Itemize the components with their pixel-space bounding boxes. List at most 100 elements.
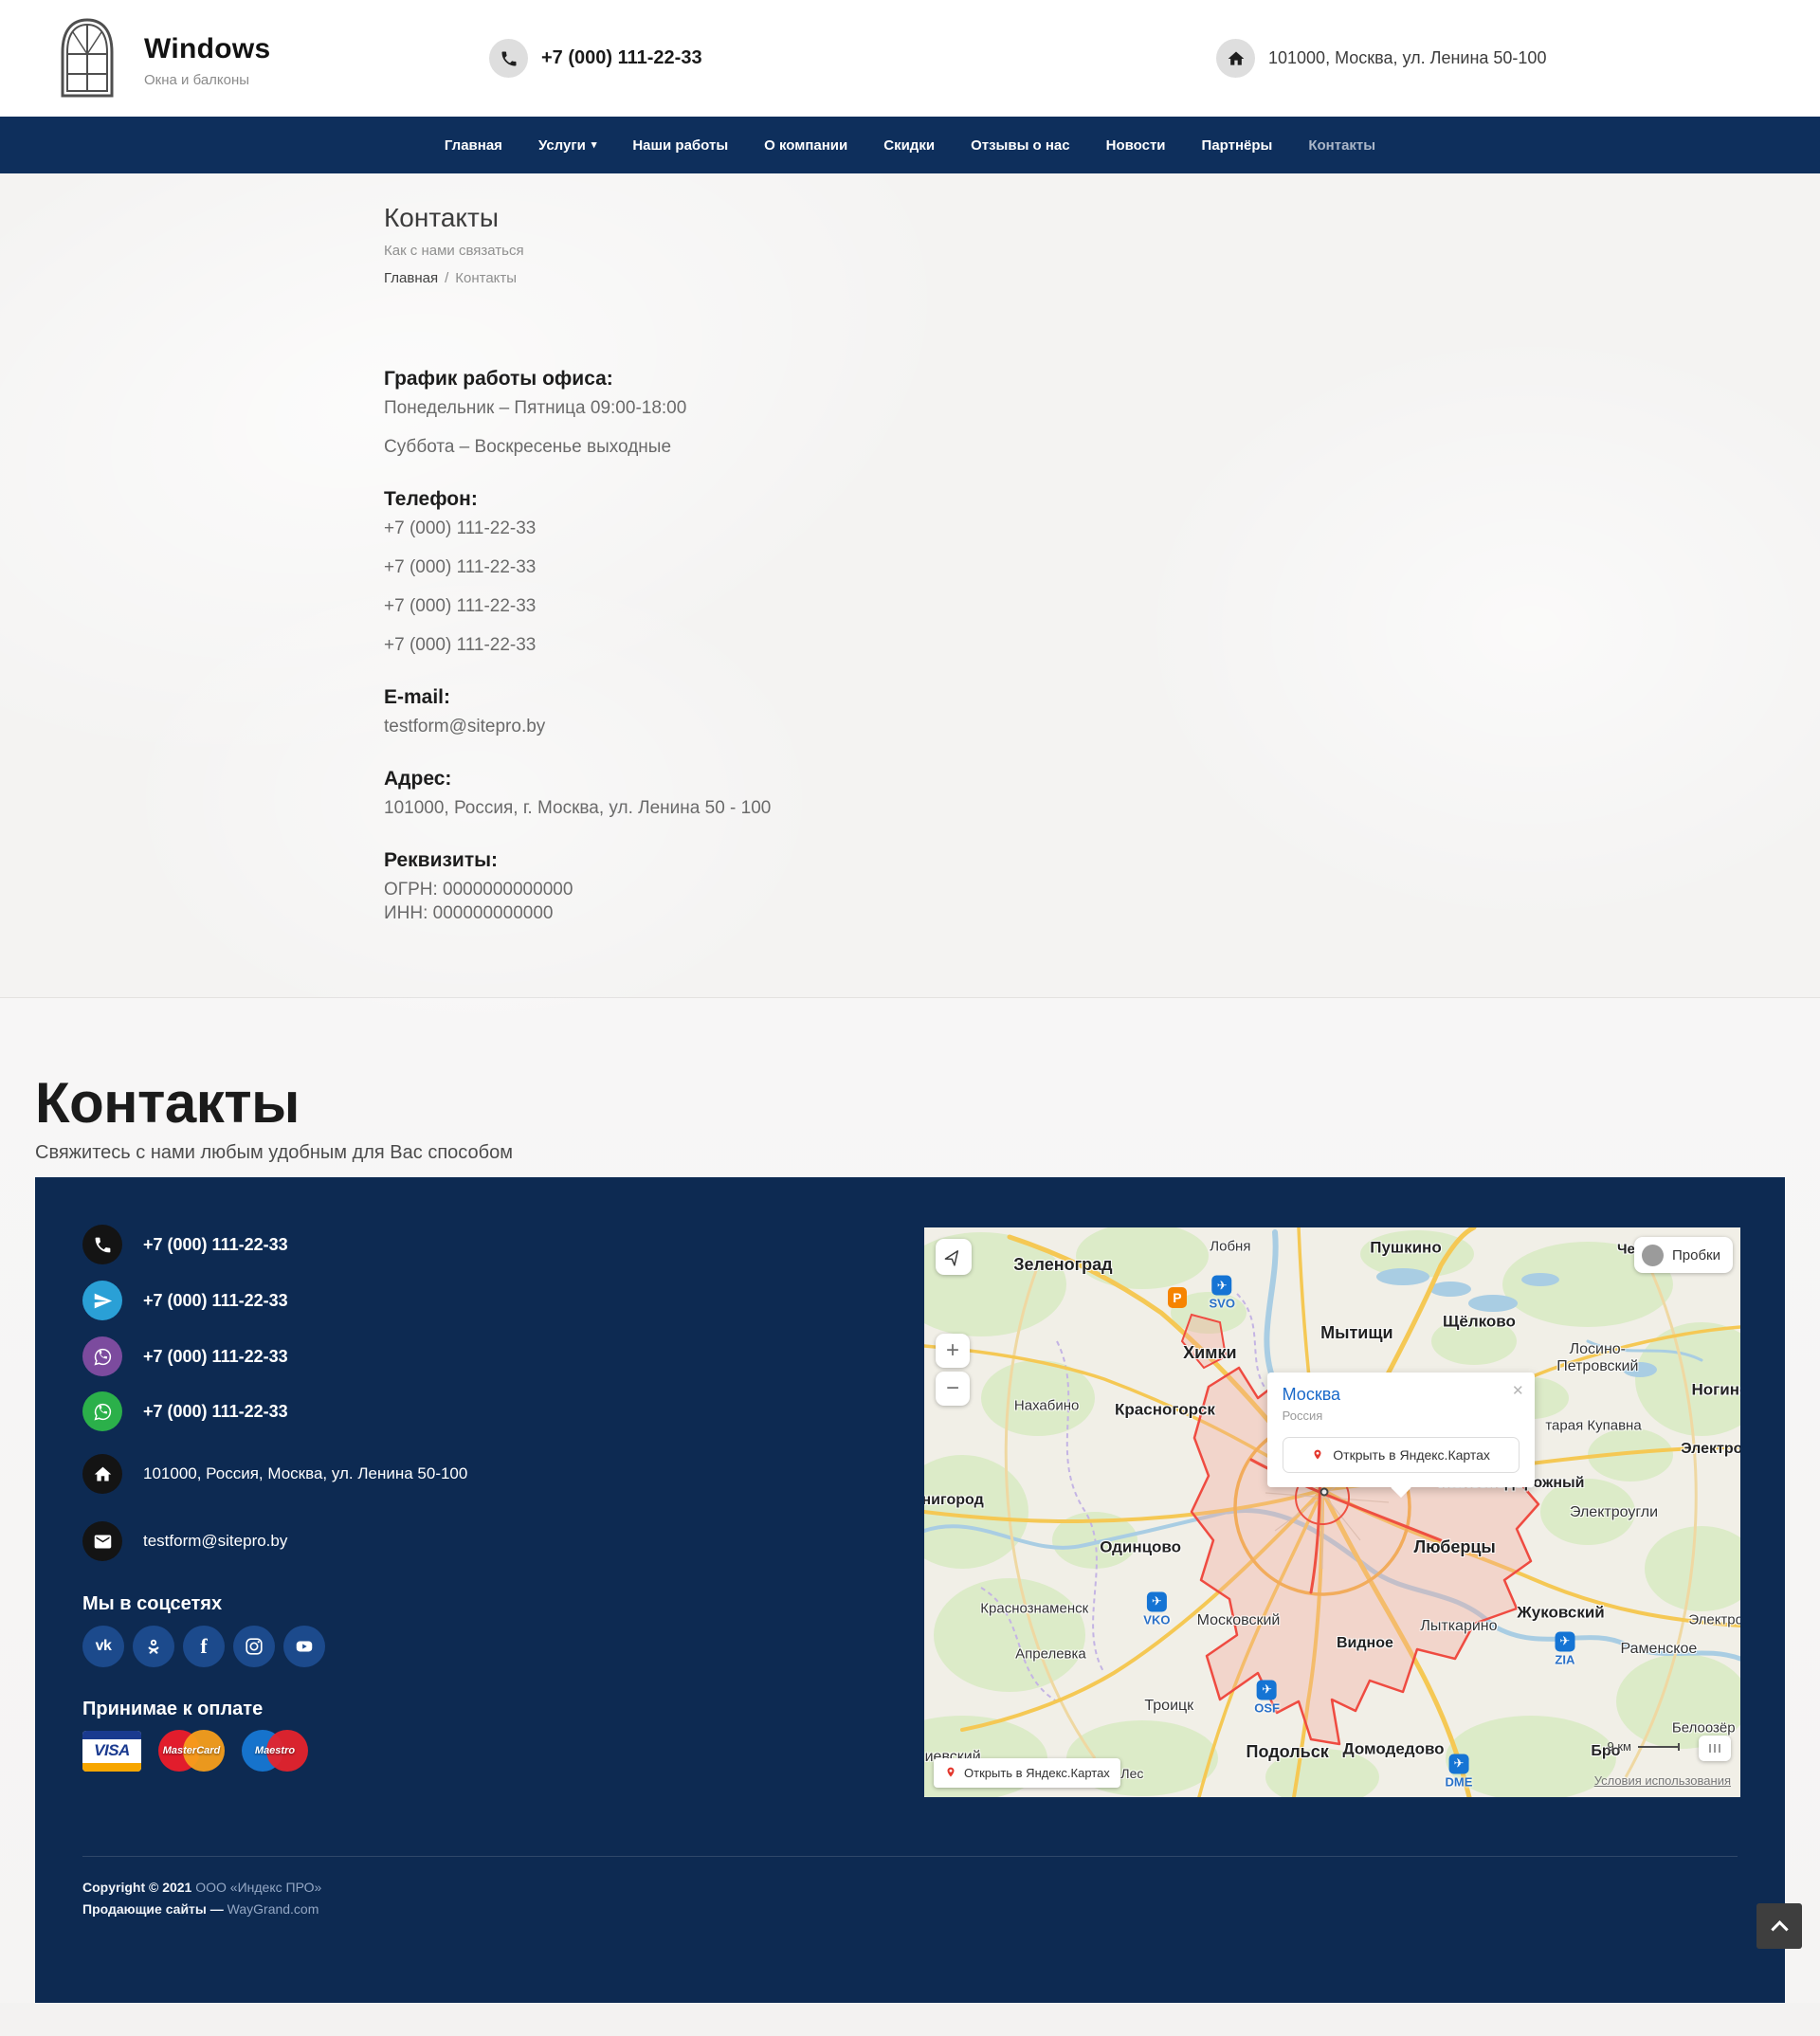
map-city-label: Подольск: [1247, 1742, 1329, 1761]
zoom-out-button[interactable]: −: [936, 1372, 970, 1406]
scroll-to-top-button[interactable]: [1756, 1903, 1802, 1949]
map-city-label: Одинцово: [1100, 1537, 1181, 1555]
developer-link[interactable]: WayGrand.com: [228, 1901, 319, 1917]
footer-address-row: 101000, Россия, Москва, ул. Ленина 50-10…: [82, 1454, 467, 1494]
vk-icon[interactable]: vk: [82, 1626, 124, 1667]
airport-marker: ✈SVO: [1210, 1276, 1235, 1311]
open-in-yandex-maps-button[interactable]: Открыть в Яндекс.Картах: [1283, 1437, 1520, 1473]
map-scale: 9 км: [1608, 1739, 1680, 1754]
visa-logo: VISA: [82, 1731, 141, 1772]
footer-whatsapp-row[interactable]: +7 (000) 111-22-33: [82, 1391, 288, 1431]
header-address: 101000, Москва, ул. Ленина 50-100: [1216, 39, 1546, 78]
site-header: Windows Окна и балконы +7 (000) 111-22-3…: [0, 0, 1820, 117]
footer-address-text: 101000, Россия, Москва, ул. Ленина 50-10…: [143, 1464, 467, 1483]
map-pin-icon: [944, 1765, 957, 1781]
footer-phone-number: +7 (000) 111-22-33: [143, 1235, 288, 1255]
phone-icon: [82, 1225, 122, 1264]
home-icon: [1216, 39, 1255, 78]
footer-phone-row[interactable]: +7 (000) 111-22-33: [82, 1225, 288, 1264]
chevron-down-icon: ▾: [592, 140, 597, 151]
header-phone-number: +7 (000) 111-22-33: [541, 47, 702, 69]
nav-item-discounts[interactable]: Скидки: [883, 137, 935, 154]
schedule-weekend: Суббота – Воскресенье выходные: [384, 436, 1436, 458]
contacts-banner-subtitle: Свяжитесь с нами любым удобным для Вас с…: [35, 1140, 1785, 1165]
map-city-label: Электрос: [1681, 1441, 1740, 1458]
contacts-banner-title: Контакты: [35, 1074, 1785, 1133]
terms-link[interactable]: Условия использования: [1594, 1773, 1731, 1788]
social-links: vk f: [82, 1626, 325, 1667]
inn-value: ИНН: 000000000000: [384, 902, 1436, 924]
nav-item-partners[interactable]: Партнёры: [1202, 137, 1273, 154]
whatsapp-icon: [82, 1391, 122, 1431]
map-city-label: Краснознаменск: [980, 1601, 1088, 1617]
map-city-label: Ногинс: [1692, 1381, 1740, 1399]
footer-viber-row[interactable]: +7 (000) 111-22-33: [82, 1336, 288, 1376]
map-pin-icon: [1311, 1447, 1324, 1463]
map-city-label: Че: [1617, 1243, 1635, 1259]
map-city-label: Лобня: [1210, 1240, 1250, 1256]
brand-title: Windows: [144, 33, 270, 65]
telegram-icon: [82, 1281, 122, 1320]
page-subtitle: Как с нами связаться: [384, 242, 1436, 260]
requisites-title: Реквизиты:: [384, 848, 1436, 872]
copyright-company-link[interactable]: ООО «Индекс ПРО»: [195, 1880, 321, 1895]
traffic-button[interactable]: Пробки: [1634, 1237, 1733, 1273]
map-city-label: Люберцы: [1413, 1536, 1495, 1555]
copyright: Copyright © 2021 ООО «Индекс ПРО» Продаю…: [82, 1877, 321, 1920]
email-title: E-mail:: [384, 685, 1436, 709]
zoom-in-button[interactable]: +: [936, 1334, 970, 1368]
footer-telegram-row[interactable]: +7 (000) 111-22-33: [82, 1281, 288, 1320]
facebook-icon[interactable]: f: [183, 1626, 225, 1667]
map-city-label: Лосино- Петровский: [1556, 1341, 1638, 1375]
nav-item-news[interactable]: Новости: [1106, 137, 1166, 154]
footer-email-row[interactable]: testform@sitepro.by: [82, 1521, 287, 1561]
map-city-label: нигород: [924, 1493, 984, 1510]
contacts-banner: Контакты Свяжитесь с нами любым удобным …: [35, 1074, 1785, 1165]
map-city-label: Нахабино: [1014, 1399, 1079, 1415]
locate-button[interactable]: [936, 1239, 972, 1275]
viber-icon: [82, 1336, 122, 1376]
map-city-label: Жуковский: [1517, 1603, 1604, 1621]
open-in-yandex-maps-badge[interactable]: Открыть в Яндекс.Картах: [934, 1758, 1120, 1788]
page-title: Контакты: [384, 202, 1436, 234]
home-icon: [82, 1454, 122, 1494]
logo[interactable]: Windows Окна и балконы: [57, 16, 270, 104]
odnoklassniki-icon[interactable]: [133, 1626, 174, 1667]
map-city-label: Щёлково: [1443, 1313, 1516, 1331]
copyright-text: Copyright © 2021: [82, 1880, 191, 1895]
brand-subtitle: Окна и балконы: [144, 72, 270, 88]
map-city-label: Раменское: [1621, 1641, 1698, 1658]
phone-icon: [489, 39, 528, 78]
map-location-dot: [1320, 1488, 1328, 1497]
header-address-text: 101000, Москва, ул. Ленина 50-100: [1268, 48, 1546, 68]
header-phone[interactable]: +7 (000) 111-22-33: [489, 39, 702, 78]
phone-link[interactable]: +7 (000) 111-22-33: [384, 595, 1436, 617]
map-city-label: Электроугли: [1570, 1504, 1658, 1521]
mastercard-logo: MasterCard: [158, 1729, 225, 1772]
breadcrumb-home-link[interactable]: Главная: [384, 270, 438, 286]
ruler-button[interactable]: [1699, 1736, 1731, 1761]
map-city-label: Апрелевка: [1015, 1646, 1086, 1663]
nav-item-contacts[interactable]: Контакты: [1308, 137, 1375, 154]
breadcrumb-separator: /: [445, 270, 448, 286]
ogrn-value: ОГРН: 0000000000000: [384, 879, 1436, 900]
yandex-map[interactable]: P ЗеленоградЛобняПушкиноЧеМытищиЩёлковоЛ…: [924, 1227, 1740, 1797]
nav-item-works[interactable]: Наши работы: [632, 137, 728, 154]
phone-link[interactable]: +7 (000) 111-22-33: [384, 518, 1436, 539]
phone-link[interactable]: +7 (000) 111-22-33: [384, 556, 1436, 578]
airport-marker: ✈ZIA: [1555, 1631, 1574, 1666]
nav-item-services[interactable]: Услуги▾: [538, 137, 596, 154]
footer-email-text: testform@sitepro.by: [143, 1532, 287, 1551]
map-city-label: Лыткарино: [1420, 1618, 1497, 1635]
close-icon[interactable]: ✕: [1512, 1382, 1524, 1399]
nav-item-about[interactable]: О компании: [764, 137, 847, 154]
popup-city-link[interactable]: Москва: [1283, 1385, 1520, 1405]
main-nav: Главная Услуги▾ Наши работы О компании С…: [0, 117, 1820, 173]
nav-item-reviews[interactable]: Отзывы о нас: [971, 137, 1070, 154]
email-link[interactable]: testform@sitepro.by: [384, 716, 1436, 737]
instagram-icon[interactable]: [233, 1626, 275, 1667]
nav-item-home[interactable]: Главная: [445, 137, 502, 154]
window-logo-icon: [57, 16, 118, 104]
phone-link[interactable]: +7 (000) 111-22-33: [384, 634, 1436, 656]
youtube-icon[interactable]: [283, 1626, 325, 1667]
